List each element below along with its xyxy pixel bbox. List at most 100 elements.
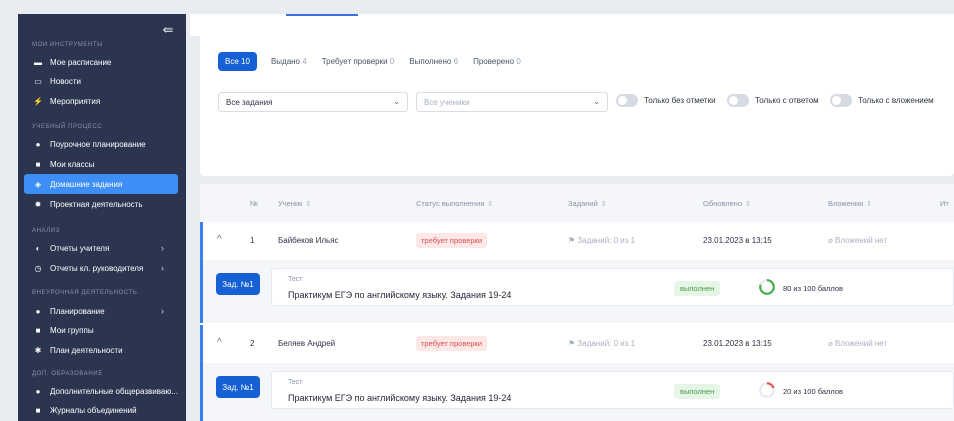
- student-select-placeholder: Все ученики: [424, 98, 470, 107]
- collapse-sidebar-icon[interactable]: ⇚: [160, 23, 176, 36]
- news-icon: ▭: [34, 76, 42, 86]
- status-tabs: Все 10 Выдано 4 Требует проверки 0 Выпол…: [218, 52, 536, 71]
- task-score: 20 из 100 баллов: [783, 387, 844, 396]
- toggle-with-attachment[interactable]: Только с вложением: [830, 94, 934, 107]
- sidebar-item-label: Проектная деятельность: [50, 199, 143, 209]
- task-button[interactable]: Зад. №1: [216, 376, 260, 398]
- sidebar-item-label: Журналы объединений: [50, 405, 137, 415]
- chevron-right-icon: ›: [161, 263, 164, 273]
- tasks-count: ⚑ Заданий: 0 из 1: [568, 339, 635, 348]
- row-number: 2: [250, 339, 255, 348]
- score-ring: [759, 382, 775, 398]
- col-status[interactable]: Статус выполнения ⇕: [416, 199, 493, 208]
- sidebar-item-projects[interactable]: ✹ Проектная деятельность: [24, 194, 178, 214]
- col-label: Ученик: [278, 199, 303, 208]
- tasks-count-text: Заданий: 0 из 1: [577, 236, 636, 245]
- task-select[interactable]: Все задания ⌄: [218, 92, 408, 112]
- col-tasks[interactable]: Заданий ⇕: [568, 199, 607, 208]
- square-icon: ■: [35, 405, 41, 415]
- sidebar-item-activity-plan[interactable]: ✱ План деятельности: [24, 340, 178, 360]
- task-title: Практикум ЕГЭ по английскому языку. Зада…: [288, 290, 512, 300]
- col-attachments[interactable]: Вложения ⇕: [828, 199, 872, 208]
- sort-icon: ⇕: [487, 201, 494, 208]
- section-title-process: УЧЕБНЫЙ ПРОЦЕСС: [32, 124, 103, 130]
- sidebar-item-events[interactable]: ⚡ Мероприятия: [24, 91, 178, 111]
- sidebar-item-label: Новости: [50, 76, 81, 86]
- tab-count: 0: [516, 57, 521, 66]
- section-title-analysis: АНАЛИЗ: [32, 228, 60, 234]
- sidebar-item-planning[interactable]: ● Планирование ›: [24, 301, 178, 321]
- col-total: Ит: [940, 199, 949, 208]
- circle-icon: ●: [35, 386, 41, 396]
- tab-label: Выдано: [270, 57, 301, 66]
- status-badge: требует проверки: [416, 233, 488, 248]
- students-table: № Ученик ⇕ Статус выполнения ⇕ Заданий ⇕ Об…: [200, 184, 954, 421]
- sort-icon: ⇕: [866, 201, 873, 208]
- task-button[interactable]: Зад. №1: [216, 273, 260, 295]
- chevron-right-icon: ›: [161, 243, 164, 253]
- attachments-text: Вложений нет: [835, 339, 888, 348]
- row-number: 1: [250, 236, 255, 245]
- sidebar-item-teacher-reports[interactable]: ◐ Отчеты учителя ›: [24, 238, 178, 258]
- toggle-switch[interactable]: [830, 94, 852, 107]
- sidebar-item-additional-programs[interactable]: ● Дополнительные общеразвиваю...: [24, 381, 178, 401]
- col-number: №: [250, 199, 259, 208]
- col-student[interactable]: Ученик ⇕: [278, 199, 311, 208]
- sidebar-item-my-classes[interactable]: ■ Мои классы: [24, 154, 178, 174]
- student-name: Беляев Андрей: [278, 339, 336, 348]
- sidebar-item-label: Мое расписание: [50, 57, 112, 67]
- task-card[interactable]: Тест Практикум ЕГЭ по английскому языку.…: [271, 268, 954, 306]
- tab-checked[interactable]: Проверено 0: [473, 57, 521, 66]
- sidebar-item-my-groups[interactable]: ■ Мои группы: [24, 320, 178, 340]
- col-updated[interactable]: Обновлено ⇕: [703, 199, 751, 208]
- paperclip-icon: ⌀: [828, 236, 836, 245]
- sort-icon: ⇕: [600, 201, 607, 208]
- attachments: ⌀ Вложений нет: [828, 236, 887, 245]
- flag-icon: ⚑: [568, 236, 578, 245]
- task-card[interactable]: Тест Практикум ЕГЭ по английскому языку.…: [271, 371, 954, 409]
- toggle-label: Только без отметки: [644, 96, 716, 105]
- tab-count: 6: [453, 57, 459, 66]
- table-row[interactable]: ^ 2 Беляев Андрей требует проверки ⚑ Зад…: [203, 325, 954, 363]
- sidebar-item-homework[interactable]: ◈ Домашние задания: [24, 174, 178, 194]
- sidebar-item-label: Мои классы: [50, 159, 95, 169]
- col-label: Статус выполнения: [416, 199, 485, 208]
- updated-date: 23.01.2023 в 13:15: [703, 236, 772, 245]
- collapse-row-icon[interactable]: ^: [217, 337, 222, 348]
- square-icon: ■: [35, 159, 41, 169]
- attachments-text: Вложений нет: [835, 236, 888, 245]
- sidebar-item-label: Поурочное планирование: [50, 139, 146, 149]
- sort-icon: ⇕: [745, 201, 751, 208]
- sidebar-item-association-journals[interactable]: ■ Журналы объединений: [24, 400, 178, 420]
- tab-completed[interactable]: Выполнено 6: [409, 57, 458, 66]
- tab-label: Выполнено: [409, 57, 452, 66]
- task-title: Практикум ЕГЭ по английскому языку. Зада…: [288, 393, 512, 403]
- tab-all[interactable]: Все 10: [218, 52, 257, 71]
- sidebar-item-news[interactable]: ▭ Новости: [24, 71, 178, 91]
- sidebar-item-schedule[interactable]: ▬ Мое расписание: [24, 52, 178, 72]
- sidebar-item-class-reports[interactable]: ◷ Отчеты кл. руководителя ›: [24, 258, 178, 278]
- col-label: Вложения: [828, 199, 864, 208]
- toggle-with-answer[interactable]: Только с ответом: [727, 94, 819, 107]
- col-label: Заданий: [568, 199, 598, 208]
- sidebar-item-label: Дополнительные общеразвиваю...: [50, 386, 178, 396]
- collapse-row-icon[interactable]: ^: [217, 234, 222, 245]
- tab-count: 0: [389, 57, 395, 66]
- tab-count: 10: [241, 57, 250, 66]
- circle-icon: ●: [35, 306, 41, 316]
- tab-needs-review[interactable]: Требует проверки 0: [322, 57, 395, 66]
- toggle-switch[interactable]: [727, 94, 749, 107]
- tab-issued[interactable]: Выдано 4: [271, 57, 307, 66]
- student-select[interactable]: Все ученики ⌄: [416, 92, 608, 112]
- task-kind: Тест: [288, 276, 303, 283]
- col-label: Обновлено: [703, 199, 743, 208]
- table-row[interactable]: ^ 1 Байбеков Ильяс требует проверки ⚑ За…: [203, 222, 954, 260]
- toggle-switch[interactable]: [616, 94, 638, 107]
- sidebar-item-lesson-planning[interactable]: ● Поурочное планирование: [24, 134, 178, 154]
- toggle-no-mark[interactable]: Только без отметки: [616, 94, 716, 107]
- chart-icon: ◐: [35, 243, 41, 253]
- updated-date: 23.01.2023 в 13:15: [703, 339, 772, 348]
- task-select-value: Все задания: [226, 98, 273, 107]
- sidebar: ⇚ МОИ ИНСТРУМЕНТЫ ▬ Мое расписание ▭ Нов…: [18, 14, 186, 421]
- status-badge: требует проверки: [416, 336, 488, 351]
